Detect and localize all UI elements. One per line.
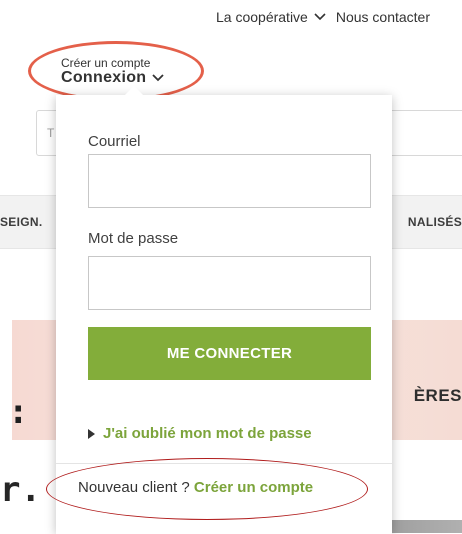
nav-item-cooperative[interactable]: La coopérative <box>216 9 336 25</box>
new-client-prompt: Nouveau client ? Créer un compte <box>78 479 313 496</box>
password-label: Mot de passe <box>88 230 179 247</box>
dropdown-caret <box>125 86 143 95</box>
chevron-down-icon <box>314 13 326 21</box>
nav-item-contact-label: Nous contacter <box>335 9 431 25</box>
login-dropdown: Courriel Mot de passe ME CONNECTER J'ai … <box>56 86 392 534</box>
category-item-left[interactable]: SEIGN. <box>0 215 42 229</box>
top-navigation: La coopérative Nous contacter <box>216 9 430 25</box>
create-account-link[interactable]: Créer un compte <box>194 479 313 496</box>
email-field[interactable] <box>88 154 371 208</box>
dropdown-footer: Nouveau client ? Créer un compte <box>56 463 392 534</box>
login-trigger[interactable]: Connexion <box>61 69 165 86</box>
nav-item-contact[interactable]: Nous contacter <box>336 9 430 25</box>
password-field[interactable] <box>88 256 371 310</box>
hero-right-text: ÈRES <box>413 386 462 405</box>
chevron-down-icon <box>152 73 165 81</box>
account-menu-trigger[interactable]: Créer un compte Connexion <box>61 56 165 87</box>
category-item-right[interactable]: NALISÉS <box>408 215 462 229</box>
nav-item-cooperative-label: La coopérative <box>216 9 308 25</box>
create-account-caption: Créer un compte <box>61 56 151 70</box>
login-button[interactable]: ME CONNECTER <box>88 327 371 380</box>
new-client-text: Nouveau client ? <box>78 479 190 496</box>
forgot-password-link[interactable]: J'ai oublié mon mot de passe <box>88 425 312 442</box>
login-trigger-label: Connexion <box>61 69 147 86</box>
email-label: Courriel <box>88 133 141 150</box>
background-search-placeholder: T <box>47 126 55 140</box>
caret-right-icon <box>88 428 95 439</box>
hero-bottom-text: r. <box>0 470 41 510</box>
forgot-password-label: J'ai oublié mon mot de passe <box>103 425 312 442</box>
hero-left-text: : <box>8 392 29 432</box>
